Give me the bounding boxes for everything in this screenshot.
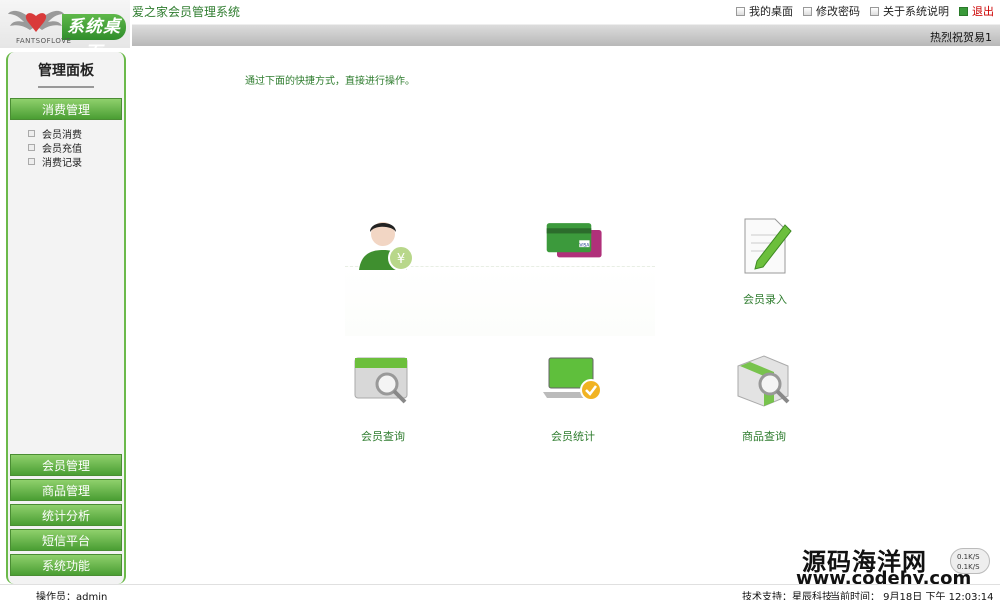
greeting-text: 热烈祝贺易1	[930, 31, 992, 44]
about-link[interactable]: 关于系统说明	[870, 3, 949, 19]
sidebar-section-sms[interactable]: 短信平台	[10, 529, 122, 551]
exit-link[interactable]: 退出	[959, 3, 994, 19]
net-up-speed: 0.1K/S	[957, 553, 980, 561]
sidebar: 管理面板 消费管理 会员消费 会员充值 消费记录 会员管理 商品管理 统计分析 …	[6, 52, 126, 584]
net-down-speed: 0.1K/S	[957, 563, 980, 571]
member-statistics-laptop-icon	[543, 357, 602, 401]
sidebar-subitems: 会员消费 会员充值 消费记录	[28, 126, 82, 169]
logo: 系统桌面 FANTSOFLOVE	[0, 0, 130, 63]
sidebar-section-statistics[interactable]: 统计分析	[10, 504, 122, 526]
tile-member-entry[interactable]: 会员录入	[715, 215, 815, 325]
logo-text: 系统桌面	[62, 14, 126, 63]
sidebar-item-member-recharge[interactable]: 会员充值	[28, 140, 82, 155]
panel-title: 管理面板	[8, 54, 124, 94]
tile-member-consume[interactable]: ¥	[333, 212, 433, 322]
tile-label: 会员录入	[743, 293, 787, 306]
sidebar-item-label: 会员消费	[42, 129, 82, 141]
sidebar-item-member-consume[interactable]: 会员消费	[28, 126, 82, 141]
change-password-label: 修改密码	[816, 5, 860, 18]
member-query-icon	[354, 357, 408, 404]
about-label: 关于系统说明	[883, 5, 949, 18]
top-links: 我的桌面 修改密码 关于系统说明 退出	[736, 3, 994, 19]
network-speed-widget: 0.1K/S 0.1K/S	[950, 548, 990, 574]
sidebar-section-consume[interactable]: 消费管理	[10, 98, 122, 120]
tile-label: 商品查询	[742, 430, 786, 443]
support-text: 技术支持：星辰科技	[742, 592, 832, 600]
sidebar-item-label: 消费记录	[42, 157, 82, 169]
sidebar-bottom-menu: 会员管理 商品管理 统计分析 短信平台 系统功能	[10, 454, 122, 579]
status-bar: 操作员：admin 技术支持：星辰科技 当前时间： 9月18日 下午 12:03…	[0, 584, 1000, 600]
product-query-box-icon	[737, 355, 790, 407]
my-desktop-link[interactable]: 我的桌面	[736, 3, 793, 19]
sidebar-section-members[interactable]: 会员管理	[10, 454, 122, 476]
app-window: 系统桌面 FANTSOFLOVE 爱之家会员管理系统 我的桌面 修改密码 关于系…	[0, 0, 1000, 600]
svg-text:VISA: VISA	[579, 242, 589, 248]
app-title: 爱之家会员管理系统	[132, 5, 241, 19]
operator-text: 操作员：admin	[36, 592, 108, 600]
bullet-icon	[28, 143, 35, 151]
change-password-link[interactable]: 修改密码	[803, 3, 860, 19]
tile-member-recharge[interactable]: VISA	[525, 212, 625, 322]
current-time: 当前时间： 9月18日 下午 12:03:14	[830, 592, 994, 600]
sidebar-section-products[interactable]: 商品管理	[10, 479, 122, 501]
header-bar: 热烈祝贺易1	[132, 24, 1000, 46]
tile-label: 会员统计	[551, 430, 595, 443]
tile-product-query[interactable]: 商品查询	[714, 352, 814, 462]
tile-label: 会员查询	[361, 430, 405, 443]
logo-subtext: FANTSOFLOVE	[16, 37, 72, 45]
instruction-text: 通过下面的快捷方式，直接进行操作。	[245, 76, 415, 87]
svg-text:¥: ¥	[397, 252, 405, 267]
bullet-icon	[28, 157, 35, 165]
member-recharge-card-icon: VISA	[546, 223, 602, 258]
my-desktop-label: 我的桌面	[749, 5, 793, 18]
bullet-icon	[28, 129, 35, 137]
key-icon	[803, 6, 812, 16]
exit-label: 退出	[972, 5, 994, 18]
member-entry-document-icon	[744, 218, 792, 274]
sidebar-item-consume-records[interactable]: 消费记录	[28, 154, 82, 169]
desktop-icon	[736, 6, 745, 16]
tile-member-statistics[interactable]: 会员统计	[523, 352, 623, 462]
tile-member-query[interactable]: 会员查询	[333, 352, 433, 462]
sidebar-item-label: 会员充值	[42, 143, 82, 155]
exit-icon	[959, 6, 968, 16]
member-consume-icon: ¥	[359, 222, 413, 271]
sidebar-section-system[interactable]: 系统功能	[10, 554, 122, 576]
info-icon	[870, 6, 879, 16]
